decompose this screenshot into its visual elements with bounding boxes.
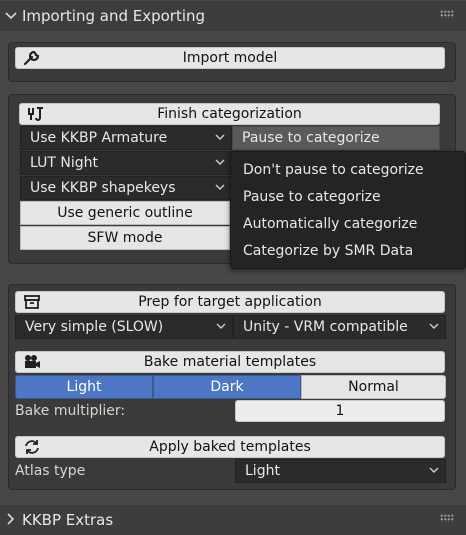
simplify-dropdown[interactable]: Very simple (SLOW) [15,315,233,339]
archive-icon [22,293,42,311]
pause-categorize-dropdown[interactable]: Pause to categorize [232,126,440,150]
finish-categorization-button[interactable]: Finish categorization [19,103,440,125]
chevron-down-icon [215,134,225,140]
refresh-icon [22,438,42,456]
drag-grip-icon[interactable] [440,10,454,18]
bake-templates-button[interactable]: Bake material templates [15,351,445,373]
armature-dropdown[interactable]: Use KKBP Armature [20,126,232,150]
menu-item-pause[interactable]: Pause to categorize [243,189,381,205]
menu-item-smr-data[interactable]: Categorize by SMR Data [243,243,413,259]
target-app-dropdown[interactable]: Unity - VRM compatible [233,315,446,339]
pause-options-menu: Don't pause to categorize Pause to categ… [230,151,466,269]
menu-item-dont-pause[interactable]: Don't pause to categorize [243,162,424,178]
generic-outline-toggle[interactable]: Use generic outline [20,201,230,225]
chevron-down-icon [216,323,226,329]
bake-multiplier-field[interactable]: 1 [235,400,445,422]
categorize-icon [26,105,46,123]
chevron-down-icon [0,7,22,25]
chevron-down-icon [215,184,225,190]
section-header-kkbp-extras[interactable]: KKBP Extras [0,505,466,535]
bake-normal-option[interactable]: Normal [301,375,446,399]
camera-icon [22,353,42,371]
bake-multiplier-label: Bake multiplier: [15,403,126,419]
chevron-down-icon [429,467,439,473]
atlas-type-label: Atlas type [15,463,86,479]
atlas-type-dropdown[interactable]: Light [235,459,446,483]
lut-dropdown[interactable]: LUT Night [20,151,232,175]
bake-light-option[interactable]: Light [15,375,153,399]
apply-baked-button[interactable]: Apply baked templates [15,436,445,458]
section-title: KKBP Extras [22,511,114,529]
drag-grip-icon[interactable] [440,514,454,522]
bake-dark-option[interactable]: Dark [153,375,301,399]
wrench-icon [22,49,42,67]
shapekeys-dropdown[interactable]: Use KKBP shapekeys [20,176,232,200]
section-header-importing-exporting[interactable]: Importing and Exporting [0,1,466,31]
section-title: Importing and Exporting [22,7,206,25]
sfw-mode-toggle[interactable]: SFW mode [20,226,230,250]
chevron-right-icon [0,511,22,529]
chevron-down-icon [215,159,225,165]
chevron-down-icon [429,323,439,329]
prep-target-button[interactable]: Prep for target application [15,291,445,313]
import-model-button[interactable]: Import model [15,47,445,69]
menu-item-auto-categorize[interactable]: Automatically categorize [243,216,417,232]
